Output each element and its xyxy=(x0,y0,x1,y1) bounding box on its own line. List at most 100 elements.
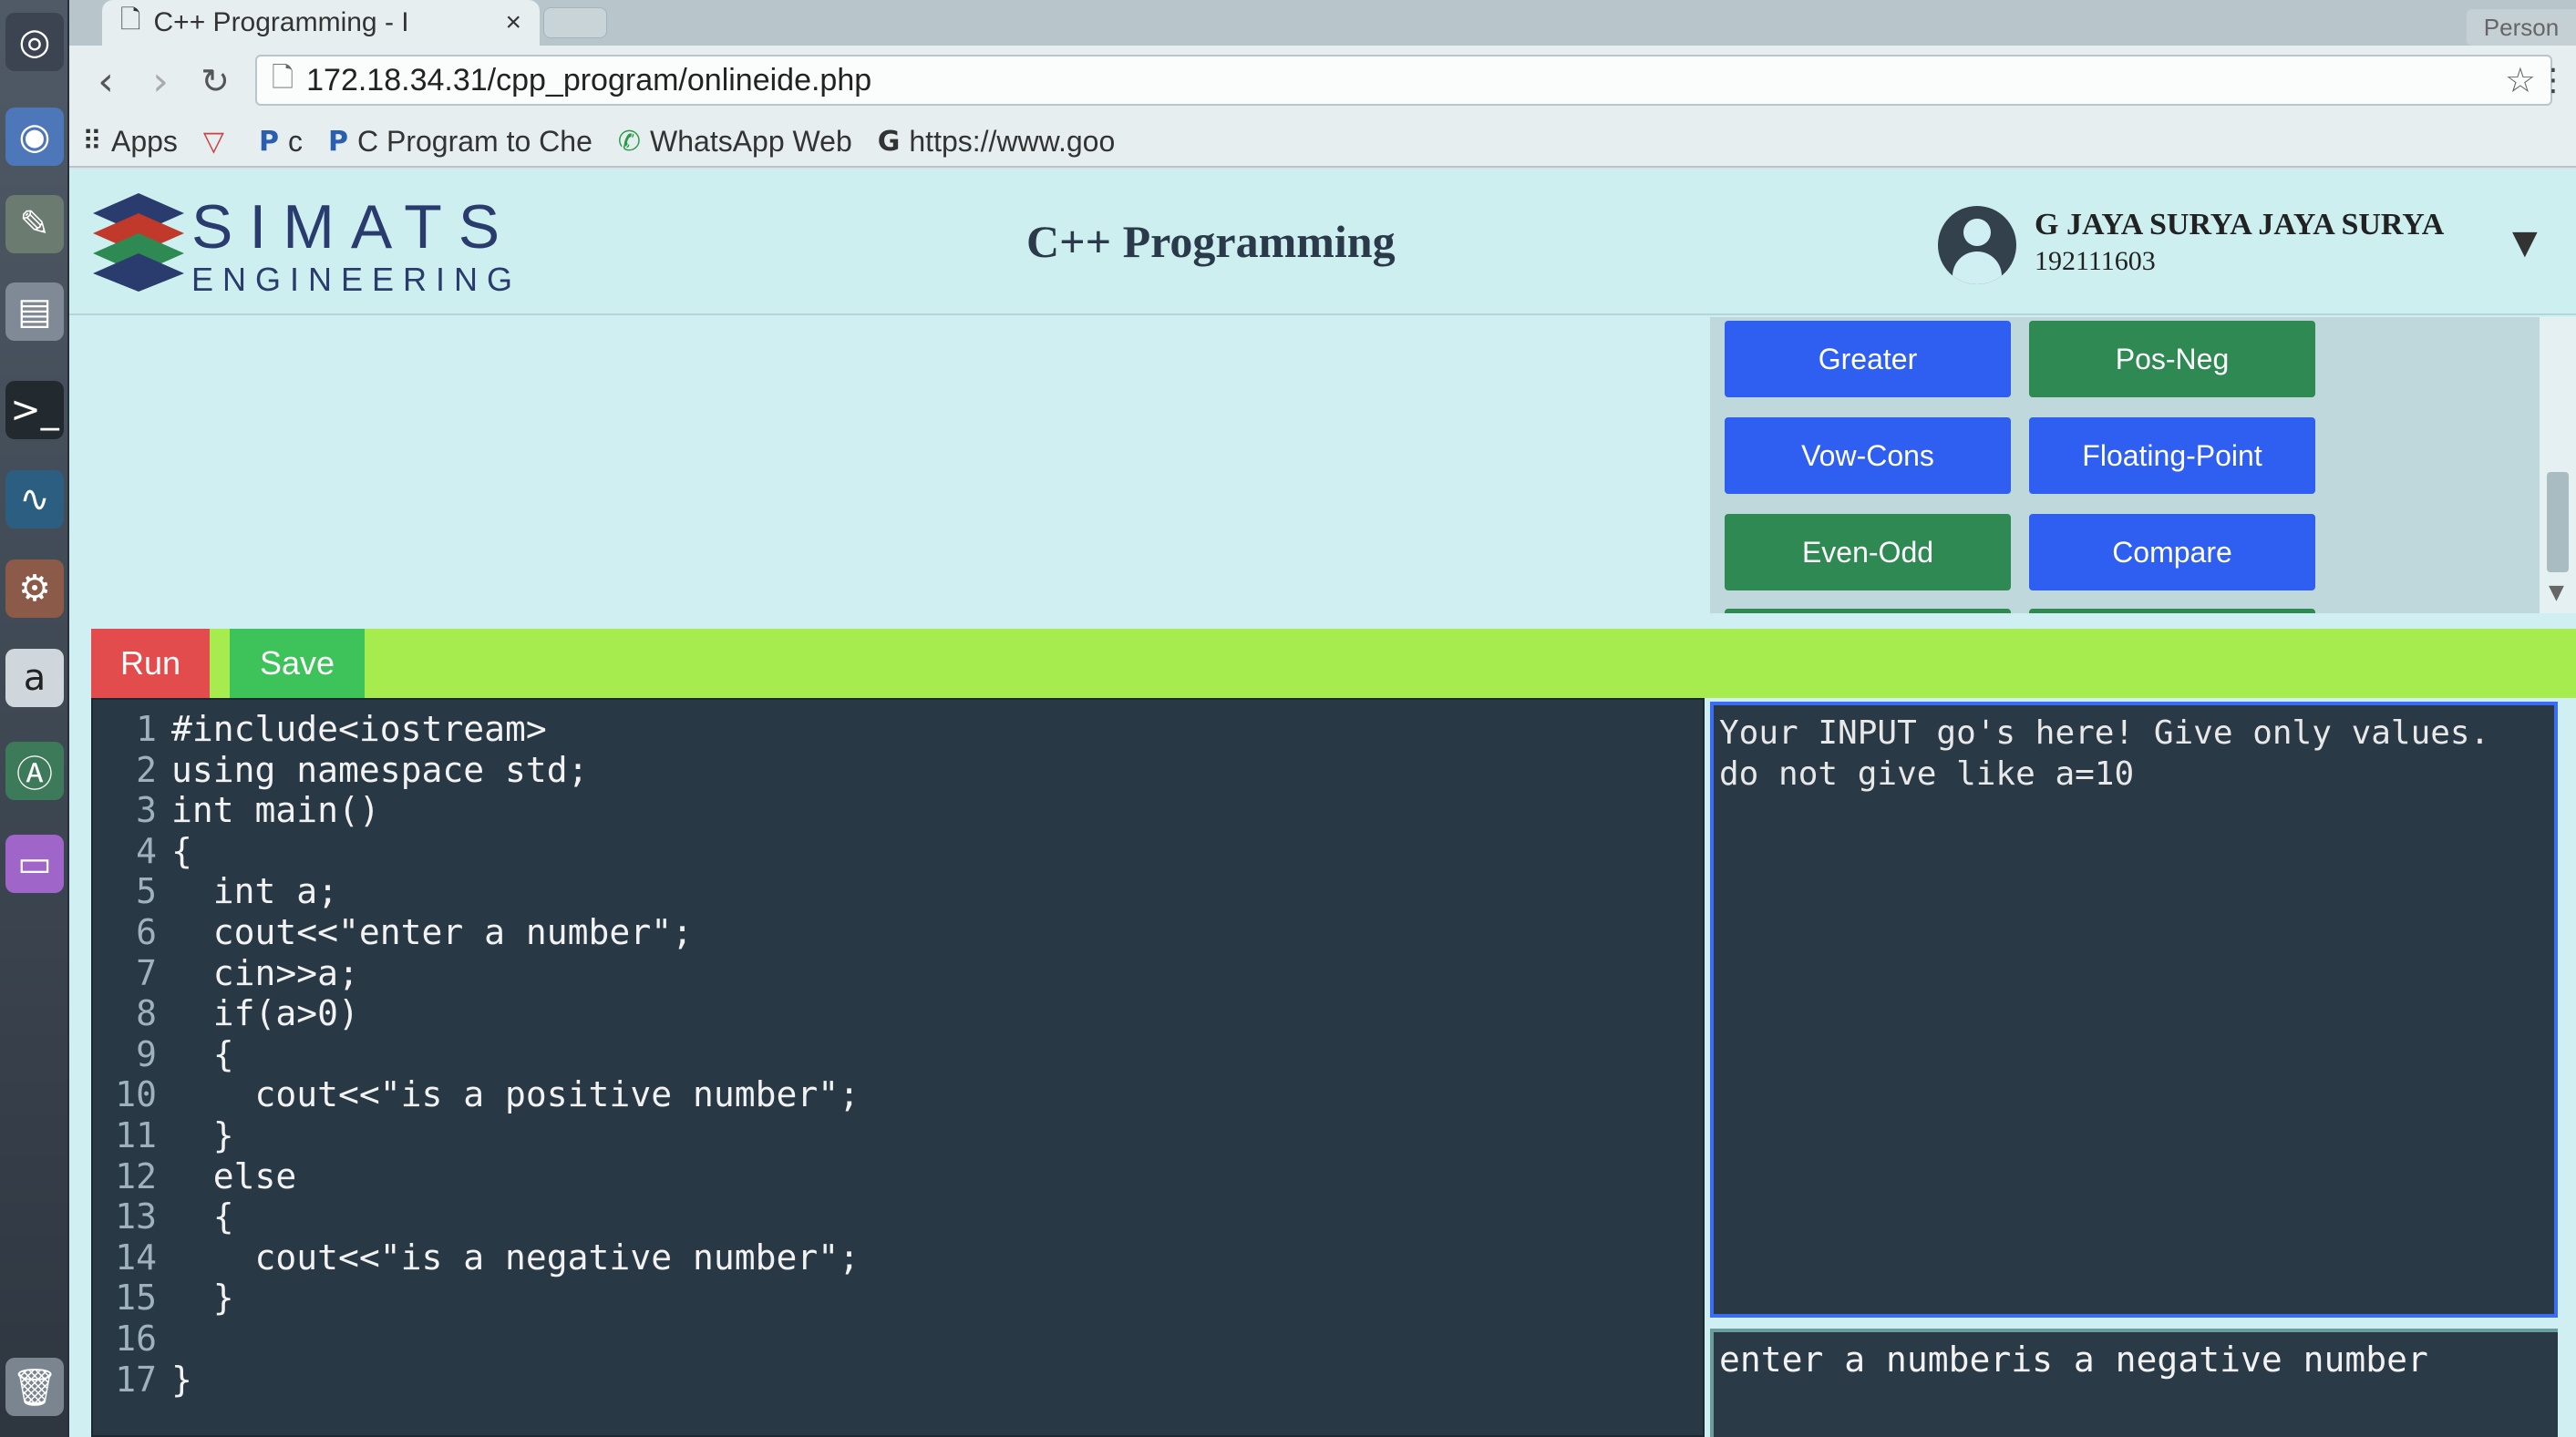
site-header: SIMATS ENGINEERING C++ Programming G JAY… xyxy=(69,169,2576,315)
scrollbar-thumb[interactable] xyxy=(2547,472,2569,572)
user-menu-caret-icon[interactable]: ▼ xyxy=(2512,224,2538,262)
line-number: 8 xyxy=(136,993,157,1034)
question-area xyxy=(91,317,1705,613)
code-line[interactable]: 12 else xyxy=(93,1156,296,1197)
ubuntu-launcher: ◎ ◉ ✎ ▤ >_ ∿ ⚙ a Ⓐ ▭ 🗑 xyxy=(0,0,69,1437)
code-line[interactable]: 13 { xyxy=(93,1196,233,1237)
bookmark-v[interactable]: ▽ xyxy=(203,126,233,158)
disk-icon[interactable]: ▤ xyxy=(5,282,64,341)
system-monitor-icon[interactable]: ∿ xyxy=(5,470,64,529)
snippet-button[interactable] xyxy=(2029,609,2315,613)
line-number: 15 xyxy=(115,1278,157,1319)
code-text: cout<<"is a positive number"; xyxy=(171,1074,860,1115)
bookmark-c-program[interactable]: P C Program to Che xyxy=(328,125,592,159)
snippet-even-odd-button[interactable]: Even-Odd xyxy=(1725,514,2011,590)
code-line[interactable]: 1 #include<iostream> xyxy=(93,709,547,750)
save-button[interactable]: Save xyxy=(230,629,365,698)
code-line[interactable]: 17} xyxy=(93,1360,192,1401)
code-line[interactable]: 4{ xyxy=(93,831,192,872)
web-page: SIMATS ENGINEERING C++ Programming G JAY… xyxy=(69,169,2576,1437)
code-text: } xyxy=(171,1278,234,1319)
back-icon[interactable]: ‹ xyxy=(78,58,133,105)
bookmark-whatsapp[interactable]: ✆ WhatsApp Web xyxy=(618,125,852,159)
snippet-greater-button[interactable]: Greater xyxy=(1725,321,2011,397)
line-number: 16 xyxy=(115,1319,157,1359)
code-text: } xyxy=(171,1115,234,1155)
whatsapp-icon: ✆ xyxy=(617,125,642,158)
program-output: enter a numberis a negative number xyxy=(1710,1329,2558,1437)
code-line[interactable]: 5 int a; xyxy=(93,871,338,912)
snippet-pos-neg-button[interactable]: Pos-Neg xyxy=(2029,321,2315,397)
chrome-icon[interactable]: ◉ xyxy=(5,108,64,166)
address-bar[interactable]: 🗋 172.18.34.31/cpp_program/onlineide.php… xyxy=(255,55,2552,106)
line-number: 17 xyxy=(115,1359,157,1400)
code-line[interactable]: 11 } xyxy=(93,1115,234,1156)
trash-icon[interactable]: 🗑 xyxy=(5,1358,64,1416)
browser-menu-icon[interactable]: ⋮ xyxy=(2538,62,2569,98)
code-line[interactable]: 14 cout<<"is a negative number"; xyxy=(93,1237,860,1278)
scroll-down-icon[interactable]: ▼ xyxy=(2549,581,2564,604)
p-logo-icon: P xyxy=(328,125,348,158)
run-button[interactable]: Run xyxy=(91,629,210,698)
snippet-panel: Greater Pos-Neg Vow-Cons Floating-Point … xyxy=(1710,317,2540,613)
bookmark-label: c xyxy=(288,124,303,158)
bookmarks-bar: ⠿ Apps ▽ P c P C Program to Che ✆ WhatsA… xyxy=(69,117,2576,168)
code-text: cout<<"enter a number"; xyxy=(171,912,693,952)
line-number: 11 xyxy=(115,1115,157,1155)
snippet-compare-button[interactable]: Compare xyxy=(2029,514,2315,590)
code-text: using namespace std; xyxy=(171,749,589,790)
brand-name: SIMATS xyxy=(191,192,517,262)
page-info-icon[interactable]: 🗋 xyxy=(272,57,294,104)
program-input-textarea[interactable]: Your INPUT go's here! Give only values. … xyxy=(1710,702,2558,1318)
bookmark-label: WhatsApp Web xyxy=(650,124,852,158)
snippet-button[interactable] xyxy=(1725,609,2011,613)
code-line[interactable]: 8 if(a>0) xyxy=(93,993,359,1034)
user-avatar-icon[interactable] xyxy=(1938,206,2016,284)
settings-icon[interactable]: ⚙ xyxy=(5,559,64,618)
workspace-icon[interactable]: ▭ xyxy=(5,835,64,893)
code-text: } xyxy=(171,1359,192,1400)
tab-close-icon[interactable]: × xyxy=(505,7,521,38)
code-line[interactable]: 6 cout<<"enter a number"; xyxy=(93,912,693,953)
code-text: cin>>a; xyxy=(171,952,359,993)
profile-button[interactable]: Person xyxy=(2467,9,2576,46)
code-line[interactable]: 9 { xyxy=(93,1034,234,1075)
forward-icon[interactable]: › xyxy=(133,58,188,105)
terminal-icon[interactable]: >_ xyxy=(5,381,64,439)
snippet-scrollbar[interactable]: ▼ xyxy=(2540,317,2576,613)
line-number: 1 xyxy=(136,709,157,749)
text-editor-icon[interactable]: ✎ xyxy=(5,195,64,253)
google-icon: G xyxy=(877,125,901,158)
line-number: 7 xyxy=(136,952,157,993)
brand-subtitle: ENGINEERING xyxy=(191,261,522,298)
software-center-icon[interactable]: Ⓐ xyxy=(5,742,64,800)
code-line[interactable]: 2 using namespace std; xyxy=(93,749,589,791)
bookmark-label: Apps xyxy=(110,124,178,158)
bookmark-star-icon[interactable]: ☆ xyxy=(2505,60,2536,100)
browser-tab[interactable]: 🗋 C++ Programming - I × xyxy=(102,0,540,46)
line-number: 6 xyxy=(136,912,157,952)
code-line[interactable]: 10 cout<<"is a positive number"; xyxy=(93,1074,860,1115)
snippet-vow-cons-button[interactable]: Vow-Cons xyxy=(1725,417,2011,494)
user-id: 192111603 xyxy=(2035,246,2156,276)
code-line[interactable]: 16 xyxy=(93,1319,171,1360)
bookmark-c[interactable]: P c xyxy=(259,125,303,159)
amazon-icon[interactable]: a xyxy=(5,649,64,707)
code-line[interactable]: 15 } xyxy=(93,1278,234,1319)
user-name: G JAYA SURYA JAYA SURYA xyxy=(2035,208,2445,241)
url-text: 172.18.34.31/cpp_program/onlineide.php xyxy=(306,62,872,98)
bookmark-apps[interactable]: ⠿ Apps xyxy=(82,125,178,159)
snippet-floating-point-button[interactable]: Floating-Point xyxy=(2029,417,2315,494)
code-editor[interactable]: 1 #include<iostream> 2 using namespace std;… xyxy=(91,698,1705,1437)
reload-icon[interactable]: ↻ xyxy=(188,61,242,101)
code-line[interactable]: 7 cin>>a; xyxy=(93,953,359,994)
line-number: 13 xyxy=(115,1196,157,1237)
bookmark-google[interactable]: G https://www.goo xyxy=(878,125,1116,159)
code-text: int main() xyxy=(171,790,380,831)
dash-icon[interactable]: ◎ xyxy=(5,13,64,71)
p-logo-icon: P xyxy=(259,125,279,158)
code-line[interactable]: 3 int main() xyxy=(93,790,380,831)
tab-strip: 🗋 C++ Programming - I × Person xyxy=(69,0,2576,46)
new-tab-button[interactable] xyxy=(543,7,607,38)
code-text: int a; xyxy=(171,871,339,912)
